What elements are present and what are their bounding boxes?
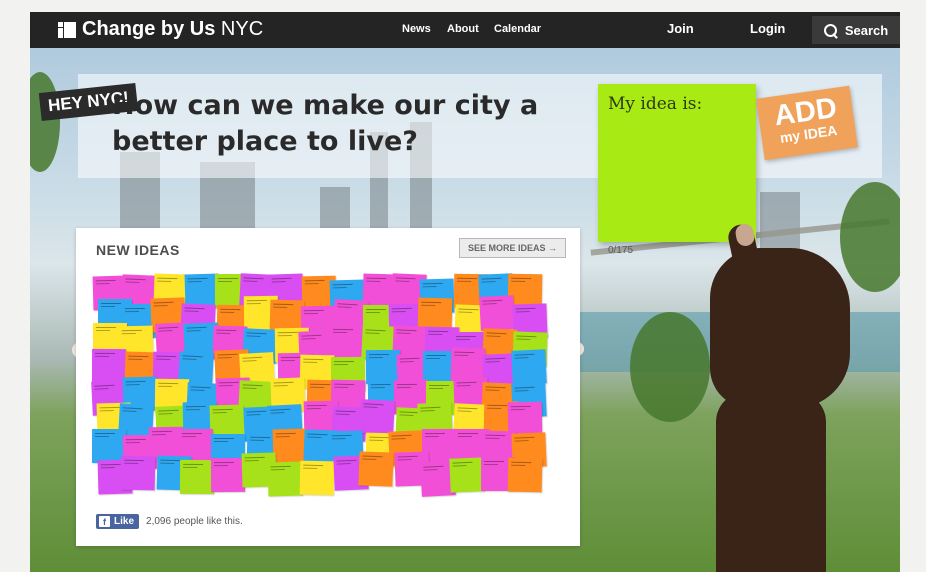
search-icon [823,23,837,37]
idea-note[interactable] [267,461,303,497]
logo-city: NYC [220,18,264,40]
logo-name: Change by Us [82,18,216,40]
character-counter: 0/175 [608,245,634,256]
idea-note[interactable] [358,451,394,487]
join-link[interactable]: Join [667,21,694,36]
idea-prompt-label: My idea is: [608,94,703,114]
facebook-like-label: Like [114,516,135,527]
tree [630,312,710,422]
facebook-like-row: f Like 2,096 people like this. [96,514,243,529]
tree [30,72,60,172]
login-link[interactable]: Login [750,21,785,36]
tree [840,182,900,292]
add-idea-button[interactable]: ADD my IDEA [756,85,858,161]
idea-sticky-note-input[interactable]: My idea is: [598,84,756,242]
idea-note[interactable] [358,399,395,435]
search-button[interactable]: Search [812,16,900,44]
ideas-wall [91,273,562,510]
idea-note[interactable] [92,348,127,383]
search-label: Search [844,22,889,38]
site-logo[interactable]: Change by Us NYC [58,18,263,41]
idea-note[interactable] [272,428,308,463]
nav-link-news[interactable]: News [402,23,431,35]
see-more-ideas-button[interactable]: SEE MORE IDEAS → [459,238,567,258]
page-title: How can we make our city a better place … [112,90,539,157]
arm-image [716,392,826,572]
hand-image [710,248,850,408]
idea-note[interactable] [366,349,401,384]
facebook-like-count: 2,096 people like this. [146,516,243,527]
idea-note[interactable] [329,324,365,360]
facebook-like-button[interactable]: f Like [96,514,140,529]
idea-note[interactable] [511,349,547,386]
idea-note[interactable] [300,461,335,496]
nav-link-about[interactable]: About [447,23,479,35]
idea-note[interactable] [211,458,246,493]
top-navbar: Change by Us NYC News About Calendar Joi… [30,12,900,48]
idea-note[interactable] [507,457,543,492]
idea-note[interactable] [478,295,515,332]
facebook-icon: f [99,516,110,527]
idea-note[interactable] [179,459,214,495]
idea-note[interactable] [120,455,156,491]
nav-link-calendar[interactable]: Calendar [494,23,541,35]
new-ideas-title: NEW IDEAS [96,242,180,258]
new-ideas-panel: NEW IDEAS SEE MORE IDEAS → f Like 2,096 … [76,228,580,546]
logo-text: Change by Us NYC [82,18,263,41]
logo-icon [58,21,76,38]
